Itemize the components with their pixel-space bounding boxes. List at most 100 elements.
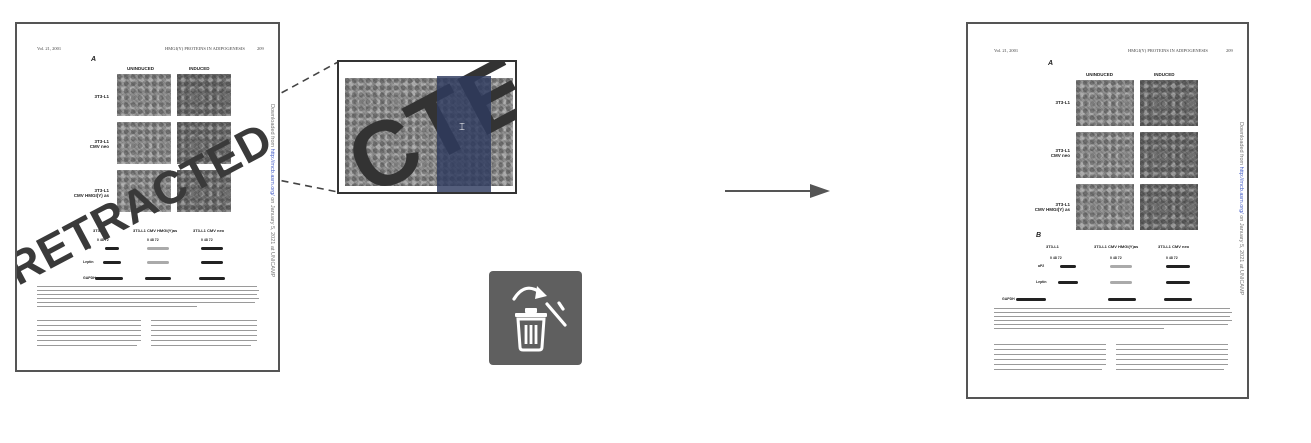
blot-band (1060, 265, 1076, 268)
blot-band (1166, 281, 1190, 284)
blot-ticks-3: 0 48 72 (201, 238, 213, 242)
micrograph-induced-1 (177, 74, 231, 116)
caption-line (37, 286, 257, 288)
blot-band (145, 277, 171, 280)
blot-ticks-1: 0 48 72 (1050, 256, 1062, 260)
panel-a-label: A (1048, 60, 1054, 67)
body-line (994, 354, 1106, 356)
download-notice-link: http://mcb.asm.org/ (1238, 166, 1244, 214)
body-line (37, 345, 137, 347)
blot-column-3t3l1: 3T3-L1 (1046, 244, 1059, 249)
page-header-center: HMGI(Y) PROTEINS IN ADIPOGENESIS (1128, 48, 1208, 53)
micrograph-induced-1 (1140, 80, 1198, 126)
blot-band (1058, 281, 1078, 284)
download-notice: Downloaded from http://mcb.asm.org/ on J… (1238, 122, 1244, 295)
caption-line (994, 328, 1164, 330)
body-line (151, 345, 251, 347)
row-label-cmv-hmgi-as: 3T3-L1 CMV HMGI(Y) as (1034, 202, 1070, 213)
body-line (994, 359, 1106, 361)
blot-band (103, 261, 121, 264)
body-line (151, 335, 257, 337)
panel-a-label: A (91, 56, 97, 63)
page-header-center: HMGI(Y) PROTEINS IN ADIPOGENESIS (165, 46, 245, 51)
body-line (1116, 354, 1228, 356)
micrograph-uninduced-2 (117, 122, 171, 164)
remove-watermark-button (489, 271, 582, 365)
page-header-number: 209 (1226, 48, 1233, 53)
zoom-inset: CTED ⌶ (337, 60, 517, 194)
download-notice-suffix: on January 5, 2021 at UNICAMP (269, 195, 275, 278)
body-line (1116, 344, 1228, 346)
caption-line (37, 294, 257, 296)
body-line (994, 364, 1106, 366)
blot-row-gapdh: GAPDH (83, 276, 96, 280)
blot-band (1016, 298, 1046, 301)
micrograph-uninduced-1 (117, 74, 171, 116)
body-line (151, 340, 257, 342)
blot-band (1164, 298, 1192, 301)
cursor-icon: ⌶ (459, 122, 465, 133)
micrograph-induced-3 (1140, 184, 1198, 230)
blot-column-cmv-neo: 3T3-L1 CMV neo (1158, 244, 1190, 249)
blot-band (201, 247, 223, 250)
body-line (37, 325, 141, 327)
blot-band (147, 247, 169, 250)
column-label-induced: INDUCED (1154, 72, 1175, 77)
download-notice: Downloaded from http://mcb.asm.org/ on J… (269, 104, 275, 277)
body-line (151, 330, 257, 332)
body-line (37, 335, 141, 337)
trash-with-arrow-icon (512, 286, 567, 352)
body-line (37, 330, 141, 332)
caption-line (994, 324, 1228, 326)
inpaint-mask-region: ⌶ (437, 76, 491, 192)
caption-line (994, 312, 1232, 314)
blot-ticks-2: 0 48 72 (147, 238, 159, 242)
micrograph-uninduced-2 (1076, 132, 1134, 178)
blot-band (147, 261, 169, 264)
page-header-left: Vol. 21, 2001 (994, 48, 1019, 53)
blot-column-cmv-neo: 3T3-L1 CMV neo (193, 228, 225, 233)
caption-line (994, 308, 1230, 310)
download-notice-prefix: Downloaded from (1238, 122, 1244, 167)
clean-page: Vol. 21, 2001 HMGI(Y) PROTEINS IN ADIPOG… (966, 22, 1249, 399)
blot-ticks-2: 0 48 72 (1110, 256, 1122, 260)
caption-line (37, 306, 197, 308)
blot-row-gapdh: GAPDH (1002, 297, 1015, 301)
body-line (1116, 349, 1228, 351)
blot-band (1166, 265, 1190, 268)
column-label-induced: INDUCED (189, 66, 210, 71)
blot-column-hmgi-as: 3T3-L1 CMV HMGI(Y)as (1094, 244, 1139, 249)
row-label-3t3l1: 3T3-L1 (1055, 100, 1070, 105)
blot-band (199, 277, 225, 280)
micrograph-induced-2 (1140, 132, 1198, 178)
blot-band (201, 261, 223, 264)
blot-band (1110, 281, 1132, 284)
body-line (151, 320, 257, 322)
blot-band (1110, 265, 1132, 268)
micrograph-uninduced-3 (1076, 184, 1134, 230)
body-line (1116, 364, 1228, 366)
download-notice-suffix: on January 5, 2021 at UNICAMP (1238, 213, 1244, 296)
row-label-cmv-neo: 3T3-L1 CMV neo (1050, 148, 1070, 159)
body-line (994, 349, 1106, 351)
caption-line (37, 290, 259, 292)
column-label-uninduced: UNINDUCED (1086, 72, 1113, 77)
caption-line (994, 316, 1230, 318)
page-header-left: Vol. 21, 2001 (37, 46, 62, 51)
retracted-page: Vol. 21, 2001 HMGI(Y) PROTEINS IN ADIPOG… (15, 22, 280, 372)
body-line (994, 344, 1106, 346)
body-line (1116, 359, 1228, 361)
row-label-cmv-neo: 3T3-L1 CMV neo (89, 139, 109, 150)
body-line (37, 320, 141, 322)
body-line (37, 340, 141, 342)
caption-line (37, 298, 259, 300)
right-arrow-icon (810, 184, 830, 198)
blot-ticks-3: 0 48 72 (1166, 256, 1178, 260)
blot-row-ap2: aP2 (1038, 264, 1045, 268)
body-line (994, 369, 1102, 371)
blot-band (1108, 298, 1136, 301)
blot-row-leptin: Leptin (1036, 280, 1047, 284)
body-line (1116, 369, 1224, 371)
row-label-3t3l1: 3T3-L1 (94, 94, 109, 99)
caption-line (994, 320, 1232, 322)
